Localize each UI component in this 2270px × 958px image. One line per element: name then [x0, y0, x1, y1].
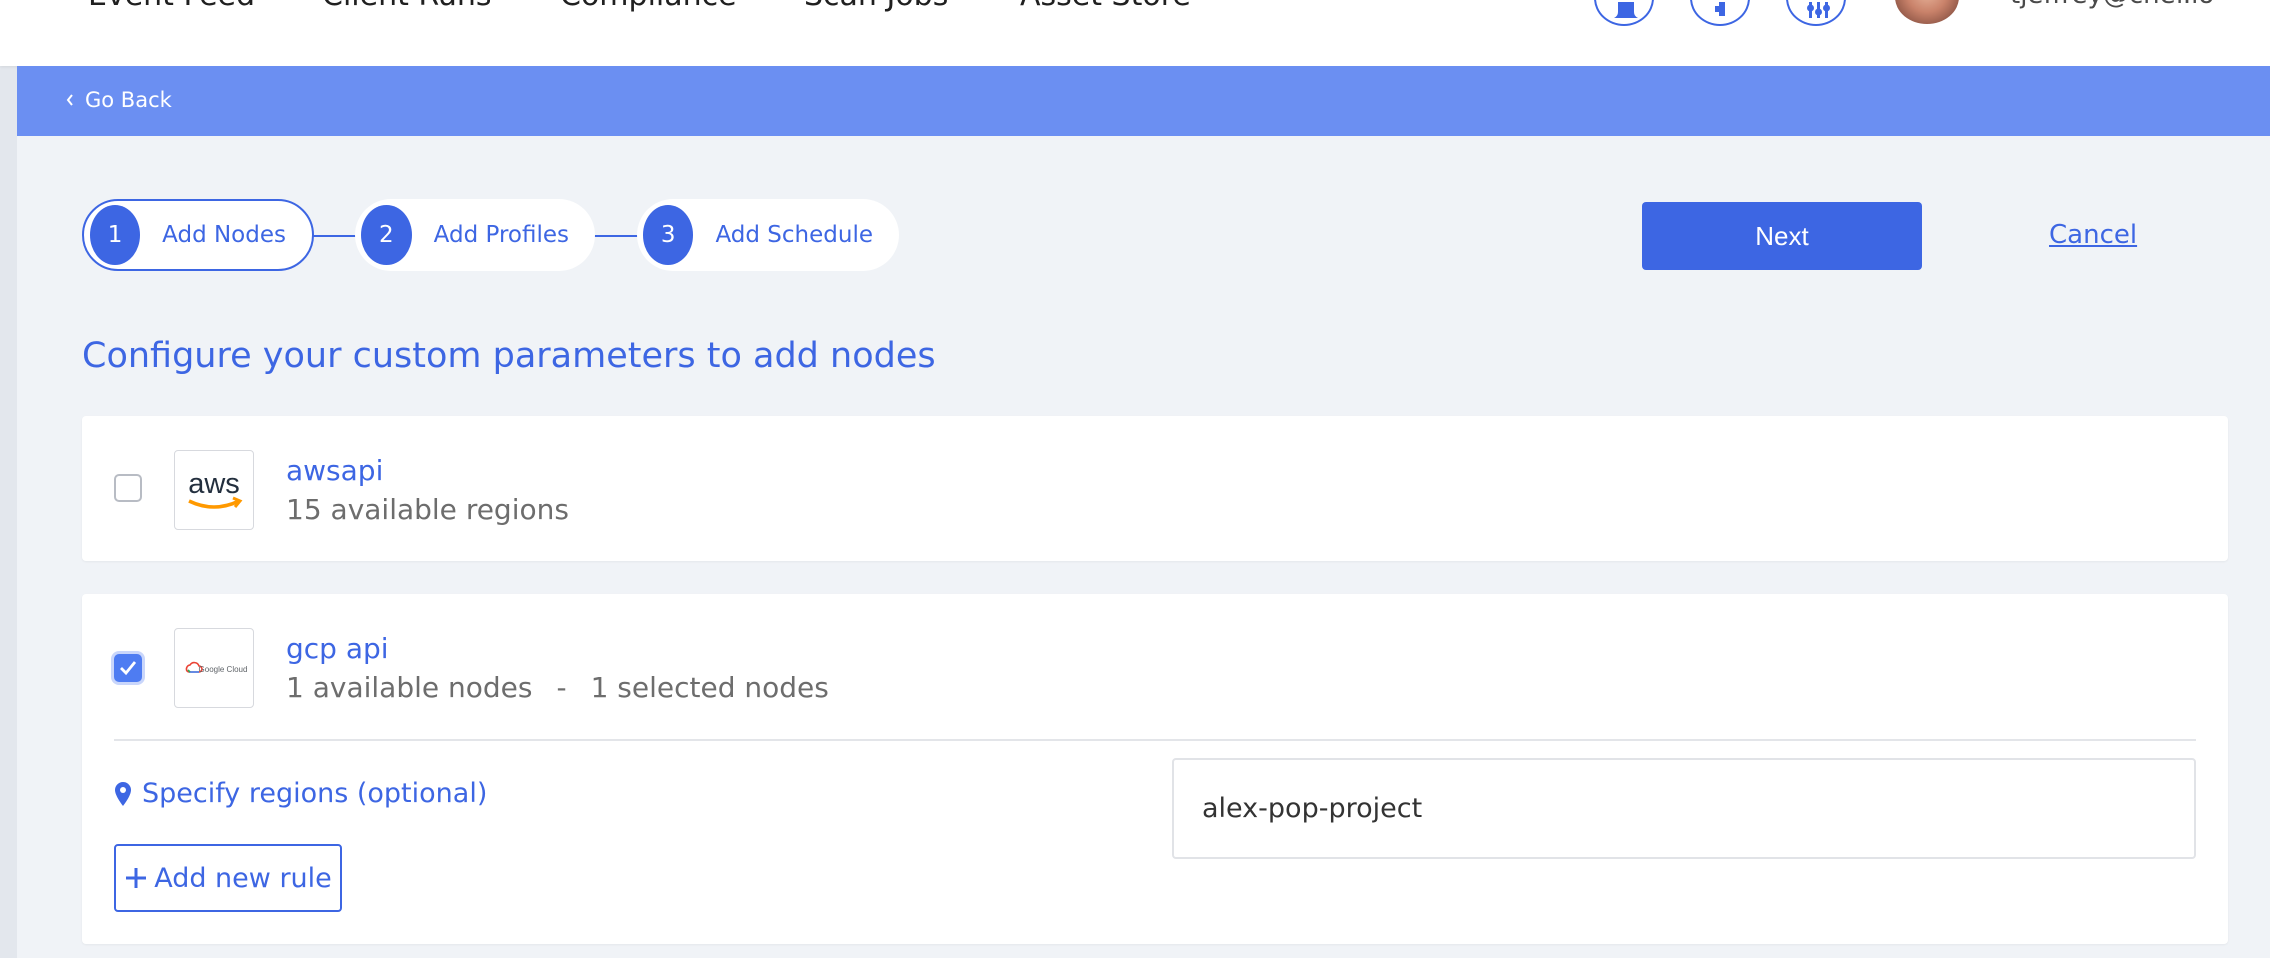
gcp-node-counts: 1 available nodes -1 selected nodes [286, 671, 829, 704]
step-number: 2 [361, 205, 412, 265]
notifications-button[interactable] [1594, 0, 1654, 26]
go-back-label: Go Back [85, 88, 172, 112]
plus-icon [126, 868, 147, 888]
step-label: Add Schedule [715, 222, 873, 248]
awsapi-checkbox[interactable] [114, 474, 142, 502]
step-add-profiles[interactable]: 2 Add Profiles [355, 199, 595, 271]
step-label: Add Profiles [433, 222, 569, 248]
page-heading: Configure your custom parameters to add … [82, 336, 936, 376]
step-number: 3 [643, 205, 694, 265]
awsapi-regions-count: 15 available regions [286, 493, 569, 526]
add-new-rule-label: Add new rule [154, 862, 332, 894]
bell-icon [1614, 2, 1638, 18]
aws-logo: aws [174, 450, 254, 530]
nav-asset-store[interactable]: Asset Store [1020, 0, 1191, 13]
aws-logo-icon: aws [188, 468, 243, 509]
card-divider [114, 739, 2196, 741]
check-icon [120, 661, 137, 676]
aws-logo-text: aws [188, 468, 240, 500]
node-manager-card-awsapi: aws awsapi 15 available regions [82, 416, 2228, 561]
count-separator: - [556, 671, 567, 704]
top-nav: Event Feed Client Runs Compliance Scan J… [0, 0, 2270, 66]
google-cloud-logo: Google Cloud [174, 628, 254, 708]
go-back-banner: Go Back [17, 66, 2270, 136]
left-strip [0, 66, 17, 958]
nav-scan-jobs[interactable]: Scan Jobs [804, 0, 948, 13]
node-manager-card-gcp: Google Cloud gcp api 1 available nodes -1… [82, 594, 2228, 944]
megaphone-icon [1715, 2, 1725, 16]
step-add-nodes[interactable]: 1 Add Nodes [82, 199, 314, 271]
specify-regions-label: Specify regions (optional) [142, 778, 488, 809]
gcp-name[interactable]: gcp api [286, 632, 389, 665]
region-input[interactable] [1172, 758, 2196, 859]
nav-compliance[interactable]: Compliance [560, 0, 737, 13]
settings-button[interactable] [1786, 0, 1846, 26]
user-email[interactable]: tjeffrey@chef.io [2010, 0, 2214, 10]
gcp-selected-nodes: 1 selected nodes [590, 671, 829, 704]
step-label: Add Nodes [162, 222, 286, 248]
announcements-button[interactable] [1690, 0, 1750, 26]
gcp-available-nodes: 1 available nodes [286, 671, 533, 704]
go-back-link[interactable]: Go Back [65, 88, 172, 112]
step-number: 1 [90, 205, 141, 265]
nav-client-runs[interactable]: Client Runs [322, 0, 492, 13]
chevron-left-icon [66, 94, 73, 106]
google-cloud-logo-text: Google Cloud [199, 665, 248, 674]
sliders-icon [1807, 2, 1830, 18]
user-avatar[interactable] [1895, 0, 1959, 24]
step-connector [594, 235, 638, 237]
step-add-schedule[interactable]: 3 Add Schedule [637, 199, 899, 271]
gcp-checkbox[interactable] [114, 654, 142, 682]
map-pin-icon [115, 781, 131, 806]
nav-event-feed[interactable]: Event Feed [88, 0, 255, 13]
cancel-link[interactable]: Cancel [2049, 220, 2137, 250]
step-connector [313, 235, 356, 237]
specify-regions-link[interactable]: Specify regions (optional) [114, 778, 487, 809]
next-button[interactable]: Next [1642, 202, 1922, 270]
awsapi-name[interactable]: awsapi [286, 454, 383, 487]
google-cloud-logo-icon: Google Cloud [185, 661, 248, 674]
add-new-rule-button[interactable]: Add new rule [114, 844, 342, 912]
